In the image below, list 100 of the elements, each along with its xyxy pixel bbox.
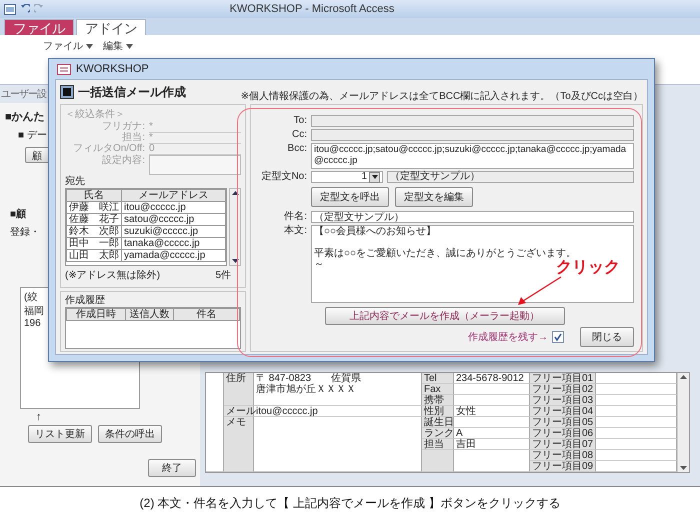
ribbon-tab[interactable]: ファイル [4, 19, 74, 35]
filter-value: * [149, 121, 241, 133]
field-label: フリー項目01 [530, 373, 596, 384]
table-cell: tanaka@ccccc.jp [122, 238, 226, 250]
table-cell: 田中 一郎 [66, 238, 122, 250]
blank-cell [422, 450, 454, 472]
click-label: クリック [556, 258, 620, 278]
list-text: (絞 [24, 290, 38, 304]
field-label: 誕生日 [422, 417, 454, 428]
field-label: フリー項目07 [530, 439, 596, 450]
field-label: フリー項目04 [530, 406, 596, 417]
cc-field[interactable] [311, 129, 634, 141]
column-header: 件名 [174, 308, 240, 320]
scroll-down-icon[interactable] [680, 466, 687, 470]
template-button[interactable]: 定型文を呼出 [311, 187, 389, 207]
ribbon-tab[interactable]: アドイン [76, 19, 146, 35]
arrow-text: ↑ [36, 411, 42, 423]
caption-text: (2) 本文・件名を入力して【 上記内容でメールを作成 】ボタンをクリックする [140, 495, 560, 512]
app-icon [4, 4, 16, 14]
filter-label: フリガナ: [101, 121, 145, 132]
column-header: メールアドレス [122, 190, 226, 202]
scroll-up-icon[interactable] [232, 191, 238, 195]
table-cell: 鈴木 次郎 [66, 226, 122, 238]
keep-history-label: 作成履歴を残す→ [468, 330, 548, 344]
field-label: メモ [224, 417, 254, 472]
field-label: ランク [422, 428, 454, 439]
keep-history-checkbox[interactable] [552, 331, 564, 343]
section-title: ■顧 [10, 207, 26, 221]
form-icon [57, 64, 71, 74]
list-text: 福岡 [24, 304, 44, 318]
column-header: 送信人数 [125, 308, 174, 320]
filter-heading: ＜絞込条件＞ [65, 108, 125, 121]
field-label: フリー項目02 [530, 384, 596, 395]
caret-icon [372, 175, 378, 179]
field-label: フリー項目09 [530, 461, 596, 472]
ribbon-menu[interactable]: 編集 [100, 39, 136, 53]
section-subtitle: 登録・ [10, 226, 40, 239]
column-header: 作成日時 [66, 308, 126, 320]
field-label: Cc: [291, 129, 307, 140]
undo-icon[interactable] [20, 4, 30, 14]
dialog-title: KWORKSHOP [76, 63, 149, 75]
close-button[interactable]: 閉じる [580, 327, 634, 347]
history-label: 作成履歴 [65, 294, 105, 307]
list-text: 196 [24, 318, 41, 329]
dropdown-button[interactable] [369, 172, 380, 182]
bcc-field[interactable]: itou@ccccc.jp;satou@ccccc.jp;suzuki@ccccc.jp;tanaka@ccccc.jp;yamada@ccccc.jp [311, 143, 634, 169]
table-cell: itou@ccccc.jp [122, 202, 226, 214]
template-button[interactable]: 定型文を編集 [395, 187, 473, 207]
table-cell: yamada@ccccc.jp [122, 250, 226, 262]
window-title: KWORKSHOP - Microsoft Access [228, 3, 396, 15]
caret-icon [126, 44, 133, 48]
table-cell: satou@ccccc.jp [122, 214, 226, 226]
table-cell: 山田 太郎 [66, 250, 122, 262]
field-label: 携帯 [422, 395, 454, 406]
filter-value: * [149, 132, 241, 144]
ribbon-menu[interactable]: ファイル [40, 39, 96, 53]
form-title: ■かんた [5, 110, 45, 124]
field-label: Bcc: [286, 143, 307, 154]
field-label: 性別 [422, 406, 454, 417]
table-cell: 伊藤 咲江 [66, 202, 122, 214]
field-label: フリー項目03 [530, 395, 596, 406]
body-line: 【○○会員様へのお知らせ】 [314, 226, 436, 237]
privacy-note: ※個人情報保護の為、メールアドレスは全てBCC欄に記入されます。（To及びCcは空白） [240, 90, 643, 103]
field-label: 本文: [283, 225, 307, 236]
field-label: To: [292, 115, 307, 126]
scroll-up-icon[interactable] [680, 375, 687, 379]
form-button[interactable]: 条件の呼出 [98, 425, 162, 443]
filter-label: 設定内容: [101, 155, 145, 168]
field-label: メール [224, 406, 254, 417]
create-mail-button[interactable]: 上記内容でメールを作成（メーラー起動） [324, 307, 564, 325]
field-label: 件名: [283, 211, 307, 222]
scroll-down-icon[interactable] [232, 259, 238, 263]
nav-label: ユーザー設 [1, 88, 46, 101]
template-name-field: （定型文サンプル） [387, 171, 634, 183]
body-line: 平素は○○をご愛顧いただき、誠にありがとうございます。 [314, 248, 576, 259]
field-label: 定型文No: [260, 171, 307, 182]
field-label: フリー項目05 [530, 417, 596, 428]
body-line: ～ [314, 259, 324, 270]
form-heading: 一括送信メール作成 [78, 84, 186, 100]
recipients-label: 宛先 [65, 175, 85, 188]
record-count: 5件 [215, 269, 231, 282]
caret-icon [86, 44, 93, 48]
field-value: itou@ccccc.jp [254, 406, 422, 417]
exit-button[interactable]: 終了 [148, 459, 196, 477]
to-field[interactable] [311, 115, 634, 127]
field-label: 担当 [422, 439, 454, 450]
form-icon [60, 85, 74, 99]
form-button[interactable]: リスト更新 [28, 425, 92, 443]
table-cell: 佐藤 花子 [66, 214, 122, 226]
column-header: 氏名 [66, 190, 122, 202]
field-label: フリー項目06 [530, 428, 596, 439]
field-label: Fax [422, 384, 454, 395]
table-cell: suzuki@ccccc.jp [122, 226, 226, 238]
template-number-field[interactable]: 1 [311, 171, 383, 183]
section-title: ■ デー [18, 129, 47, 142]
field-label: Tel [422, 373, 454, 384]
field-label: 住所 [224, 373, 254, 406]
exclusion-note: (※アドレス無は除外) [65, 269, 160, 282]
filter-label: フィルタOn/Off: [72, 143, 145, 154]
filter-label: 担当: [121, 132, 145, 144]
